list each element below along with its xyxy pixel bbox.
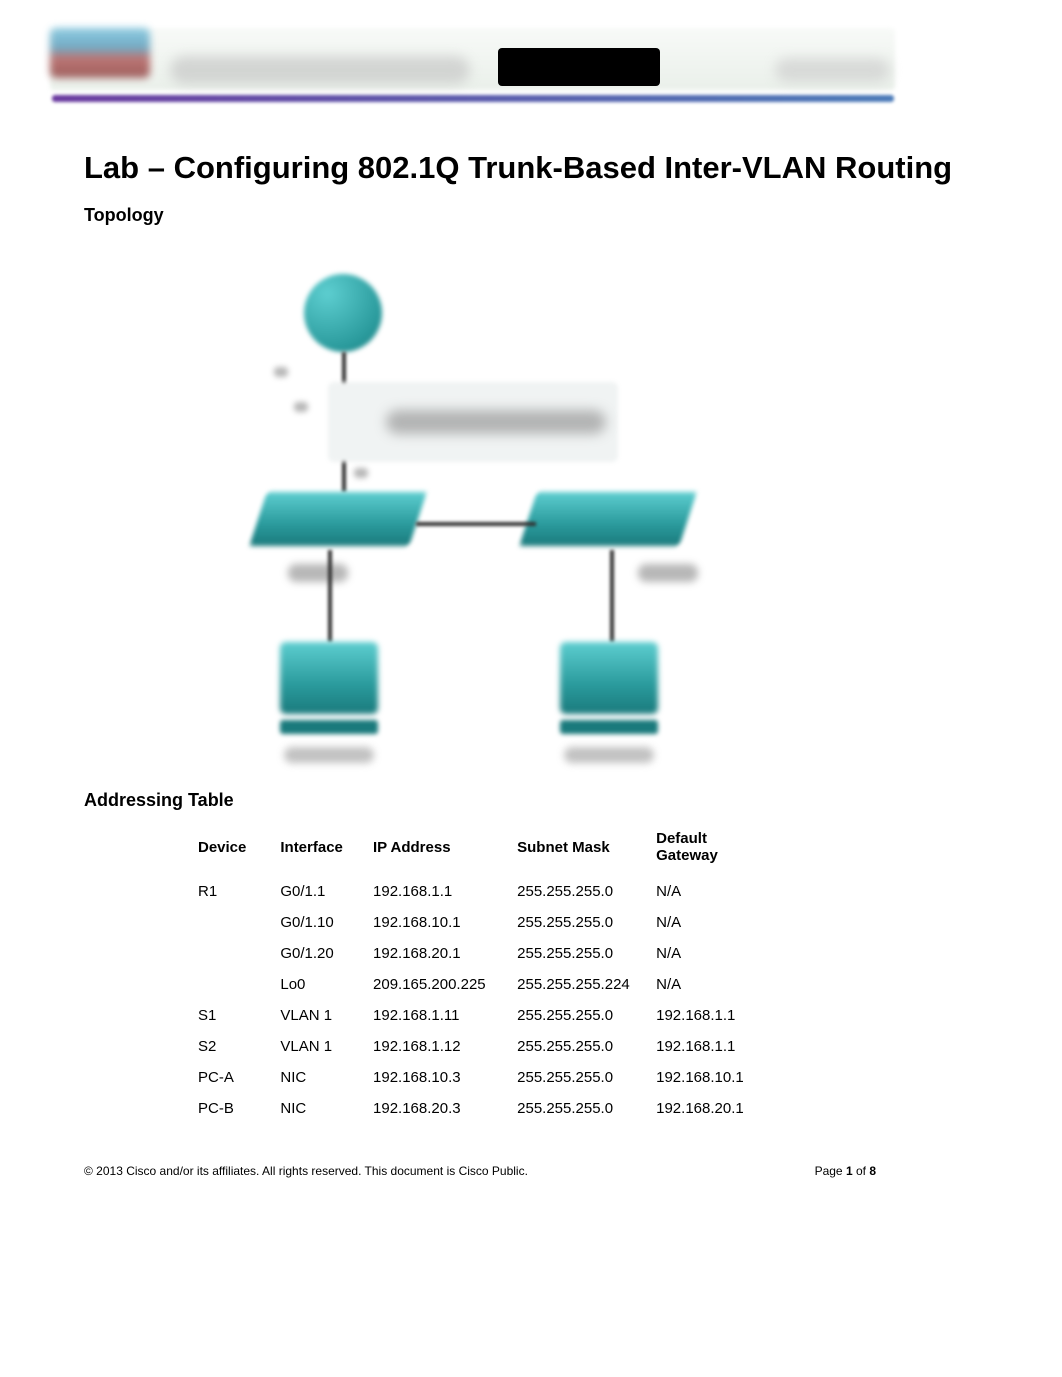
cell-interface: VLAN 1: [270, 1000, 363, 1031]
link-line: [416, 522, 536, 526]
cell-device: S2: [188, 1031, 270, 1062]
link-line: [610, 550, 614, 642]
header-right-text: [775, 58, 890, 82]
table-header-row: Device Interface IP Address Subnet Mask …: [188, 822, 780, 876]
cell-ip: 192.168.1.11: [363, 1000, 507, 1031]
table-row: PC-A NIC 192.168.10.3 255.255.255.0 192.…: [188, 1062, 780, 1093]
cell-ip: 192.168.10.3: [363, 1062, 507, 1093]
pc-caption: [284, 747, 374, 763]
cell-mask: 255.255.255.0: [507, 1062, 646, 1093]
header-brand-text: [170, 56, 470, 84]
link-line: [328, 550, 332, 642]
cell-mask: 255.255.255.0: [507, 876, 646, 907]
page-footer: © 2013 Cisco and/or its affiliates. All …: [84, 1164, 876, 1178]
cell-interface: G0/1.20: [270, 938, 363, 969]
switch-icon: [249, 492, 427, 546]
header-underline: [52, 95, 894, 102]
pc-icon: [280, 642, 378, 714]
router-icon: [304, 274, 382, 352]
cell-device: [188, 907, 270, 938]
col-device-header: Device: [188, 822, 270, 876]
topology-diagram: [238, 252, 718, 766]
switch-icon: [519, 492, 697, 546]
addressing-table: Device Interface IP Address Subnet Mask …: [188, 822, 780, 1124]
cell-interface: Lo0: [270, 969, 363, 1000]
switch-label: [638, 564, 698, 582]
table-row: G0/1.10 192.168.10.1 255.255.255.0 N/A: [188, 907, 780, 938]
table-row: S1 VLAN 1 192.168.1.11 255.255.255.0 192…: [188, 1000, 780, 1031]
cell-device: R1: [188, 876, 270, 907]
copyright-text: © 2013 Cisco and/or its affiliates. All …: [84, 1164, 528, 1178]
cell-ip: 209.165.200.225: [363, 969, 507, 1000]
topology-heading: Topology: [84, 205, 164, 226]
cell-gateway: 192.168.20.1: [646, 1093, 780, 1124]
cell-gateway: 192.168.10.1: [646, 1062, 780, 1093]
pc-base: [280, 720, 378, 734]
cisco-logo: [50, 28, 150, 78]
page-prefix: Page: [815, 1164, 846, 1178]
pc-icon: [560, 642, 658, 714]
trunk-label-text: [386, 410, 606, 434]
cell-ip: 192.168.20.1: [363, 938, 507, 969]
table-row: PC-B NIC 192.168.20.3 255.255.255.0 192.…: [188, 1093, 780, 1124]
cell-mask: 255.255.255.0: [507, 1000, 646, 1031]
cell-gateway: N/A: [646, 938, 780, 969]
cell-device: PC-A: [188, 1062, 270, 1093]
cell-mask: 255.255.255.0: [507, 907, 646, 938]
cell-ip: 192.168.1.1: [363, 876, 507, 907]
cell-gateway: N/A: [646, 907, 780, 938]
col-interface-header: Interface: [270, 822, 363, 876]
cell-interface: VLAN 1: [270, 1031, 363, 1062]
col-ip-header: IP Address: [363, 822, 507, 876]
col-mask-header: Subnet Mask: [507, 822, 646, 876]
cell-device: [188, 969, 270, 1000]
cell-gateway: N/A: [646, 969, 780, 1000]
page-current: 1: [846, 1164, 853, 1178]
cell-gateway: 192.168.1.1: [646, 1031, 780, 1062]
interface-label: [354, 468, 368, 478]
page-title: Lab – Configuring 802.1Q Trunk-Based Int…: [84, 150, 952, 186]
switch-label: [288, 564, 348, 582]
interface-label: [274, 367, 288, 377]
page-sep: of: [853, 1164, 870, 1178]
page-number: Page 1 of 8: [815, 1164, 876, 1178]
cell-ip: 192.168.10.1: [363, 907, 507, 938]
page-total: 8: [869, 1164, 876, 1178]
cell-mask: 255.255.255.224: [507, 969, 646, 1000]
cell-mask: 255.255.255.0: [507, 938, 646, 969]
cell-device: [188, 938, 270, 969]
cell-device: PC-B: [188, 1093, 270, 1124]
col-gateway-header: Default Gateway: [646, 822, 780, 876]
addressing-heading: Addressing Table: [84, 790, 234, 811]
interface-label: [294, 402, 308, 412]
cell-mask: 255.255.255.0: [507, 1093, 646, 1124]
pc-base: [560, 720, 658, 734]
cell-device: S1: [188, 1000, 270, 1031]
table-row: G0/1.20 192.168.20.1 255.255.255.0 N/A: [188, 938, 780, 969]
header-redaction-box: [498, 48, 660, 86]
cell-ip: 192.168.1.12: [363, 1031, 507, 1062]
table-row: Lo0 209.165.200.225 255.255.255.224 N/A: [188, 969, 780, 1000]
table-row: R1 G0/1.1 192.168.1.1 255.255.255.0 N/A: [188, 876, 780, 907]
cell-gateway: N/A: [646, 876, 780, 907]
cell-ip: 192.168.20.3: [363, 1093, 507, 1124]
cell-interface: NIC: [270, 1093, 363, 1124]
cell-interface: NIC: [270, 1062, 363, 1093]
table-row: S2 VLAN 1 192.168.1.12 255.255.255.0 192…: [188, 1031, 780, 1062]
pc-caption: [564, 747, 654, 763]
cell-interface: G0/1.1: [270, 876, 363, 907]
cell-gateway: 192.168.1.1: [646, 1000, 780, 1031]
cell-interface: G0/1.10: [270, 907, 363, 938]
cell-mask: 255.255.255.0: [507, 1031, 646, 1062]
